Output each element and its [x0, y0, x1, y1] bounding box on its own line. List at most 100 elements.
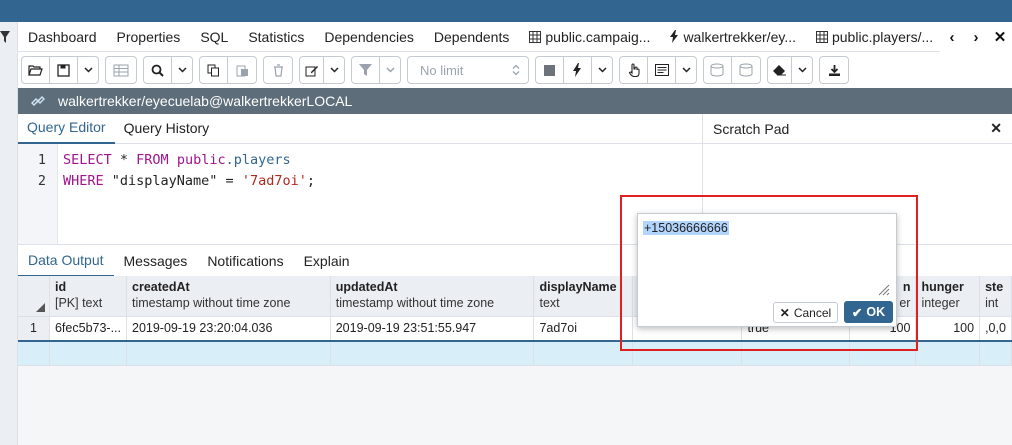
stop-icon[interactable]	[536, 57, 564, 83]
tab-explain[interactable]: Explain	[294, 246, 360, 276]
chevron-down-icon[interactable]	[676, 57, 696, 83]
execute-bolt-icon[interactable]	[564, 57, 592, 83]
chevron-down-icon[interactable]	[592, 57, 612, 83]
cancel-button[interactable]: ✕ Cancel	[773, 302, 838, 323]
table-cell[interactable]	[533, 340, 634, 366]
clear-group	[767, 56, 813, 84]
table-cell[interactable]: 2019-09-19 23:51:55.947	[330, 316, 535, 342]
line-number: 2	[37, 173, 46, 189]
chevron-down-icon[interactable]	[324, 57, 344, 83]
scratch-pad-title: Scratch Pad	[713, 120, 790, 137]
filter-group	[351, 56, 401, 84]
paste-icon[interactable]	[228, 57, 256, 83]
sql-editor[interactable]: 1 2 SELECT * FROM public.players WHERE "…	[18, 144, 702, 244]
save-icon[interactable]	[50, 57, 78, 83]
table-cell[interactable]	[126, 340, 331, 366]
table-cell[interactable]	[741, 340, 850, 366]
transaction-group	[703, 56, 761, 84]
delete-group	[263, 56, 293, 84]
new-row	[18, 340, 1012, 366]
query-tabs: Query Editor Query History	[18, 114, 702, 144]
edit-icon[interactable]	[300, 57, 324, 83]
connection-icon[interactable]	[30, 94, 46, 108]
ok-button[interactable]: ✔ OK	[844, 301, 893, 323]
table-cell[interactable]	[915, 340, 981, 366]
filter-icon[interactable]	[352, 57, 380, 83]
commit-icon[interactable]	[704, 57, 732, 83]
tab-dependencies[interactable]: Dependencies	[314, 22, 424, 52]
chevron-left-icon[interactable]: ‹	[940, 29, 964, 46]
column-header[interactable]: createdAt timestamp without time zone	[126, 276, 331, 317]
rollback-icon[interactable]	[732, 57, 760, 83]
trash-icon[interactable]	[264, 57, 292, 83]
column-header[interactable]: displayName text	[533, 276, 634, 317]
open-file-icon[interactable]	[22, 57, 50, 83]
table-cell[interactable]	[330, 340, 535, 366]
download-icon[interactable]	[820, 57, 848, 83]
tab-notifications[interactable]: Notifications	[197, 246, 293, 276]
close-icon: ✕	[779, 305, 790, 320]
updown-arrows-icon	[512, 64, 520, 76]
table-cell[interactable]: 100	[915, 316, 981, 342]
column-header[interactable]: ste int	[979, 276, 1012, 317]
close-icon[interactable]: ✕	[990, 120, 1002, 137]
chevron-right-icon[interactable]: ›	[964, 29, 988, 46]
select-all-corner[interactable]	[18, 276, 50, 317]
table-cell[interactable]	[849, 340, 917, 366]
chevron-down-icon[interactable]	[380, 57, 400, 83]
column-header[interactable]: updatedAt timestamp without time zone	[330, 276, 535, 317]
tab-query-editor[interactable]: Query Editor	[18, 113, 115, 144]
tab-sql[interactable]: SQL	[190, 22, 238, 52]
hand-pointer-icon[interactable]	[620, 57, 648, 83]
chevron-down-icon[interactable]	[78, 57, 98, 83]
explain-analyze-icon[interactable]	[648, 57, 676, 83]
close-icon[interactable]: ✕	[988, 28, 1012, 46]
copy-icon[interactable]	[200, 57, 228, 83]
tab-dashboard[interactable]: Dashboard	[18, 22, 107, 52]
row-number[interactable]	[18, 340, 50, 366]
scratch-pad-header: Scratch Pad ✕	[702, 114, 1012, 144]
table-cell[interactable]	[49, 340, 128, 366]
table-cell[interactable]	[979, 340, 1012, 366]
cell-editor-popup[interactable]: +15036666666 ✕ Cancel ✔ OK	[637, 213, 897, 327]
table-cell[interactable]: ,0,0	[979, 316, 1012, 342]
code-line: WHERE "displayName" = '7ad7oi';	[63, 173, 315, 189]
chevron-down-icon[interactable]	[792, 57, 812, 83]
table-icon	[529, 30, 542, 43]
table-icon	[815, 30, 828, 43]
table-cell[interactable]: 2019-09-19 23:20:04.036	[126, 316, 331, 342]
column-header[interactable]: id [PK] text	[49, 276, 128, 317]
tab-query-history[interactable]: Query History	[115, 114, 219, 143]
filter-icon[interactable]	[0, 30, 12, 44]
tab-data-output[interactable]: Data Output	[18, 245, 114, 277]
column-header[interactable]: hunger integer	[915, 276, 981, 317]
tab-public-players[interactable]: public.players/...	[806, 22, 943, 52]
table-cell[interactable]: 7ad7oi	[533, 316, 634, 342]
download-group	[819, 56, 849, 84]
copy-paste-group	[199, 56, 257, 84]
connection-label: walkertrekker/eyecuelab@walkertrekkerLOC…	[58, 93, 353, 109]
line-number: 1	[37, 152, 46, 168]
find-group	[143, 56, 193, 84]
window-top-bar	[0, 0, 1012, 22]
row-number[interactable]: 1	[18, 316, 50, 342]
resize-grip-icon[interactable]	[878, 284, 890, 296]
tab-messages[interactable]: Messages	[114, 246, 198, 276]
bolt-icon	[670, 30, 679, 43]
table-cell[interactable]	[632, 340, 743, 366]
cell-editor-value[interactable]: +15036666666	[643, 221, 729, 235]
connection-bar: walkertrekker/eyecuelab@walkertrekkerLOC…	[18, 88, 1012, 114]
save-data-icon[interactable]	[106, 57, 136, 83]
chevron-down-icon[interactable]	[172, 57, 192, 83]
tab-statistics[interactable]: Statistics	[238, 22, 314, 52]
tab-public-campaigns[interactable]: public.campaig...	[519, 22, 660, 52]
eraser-icon[interactable]	[768, 57, 792, 83]
search-icon[interactable]	[144, 57, 172, 83]
tab-properties[interactable]: Properties	[107, 22, 191, 52]
table-cell[interactable]: 6fec5b73-...	[49, 316, 128, 342]
tab-dependents[interactable]: Dependents	[424, 22, 520, 52]
tab-navigation: ‹ › ✕	[940, 22, 1012, 52]
row-limit-select[interactable]: No limit	[407, 56, 529, 84]
file-button-group	[21, 56, 99, 84]
tab-query-tool[interactable]: walkertrekker/ey...	[660, 22, 806, 52]
